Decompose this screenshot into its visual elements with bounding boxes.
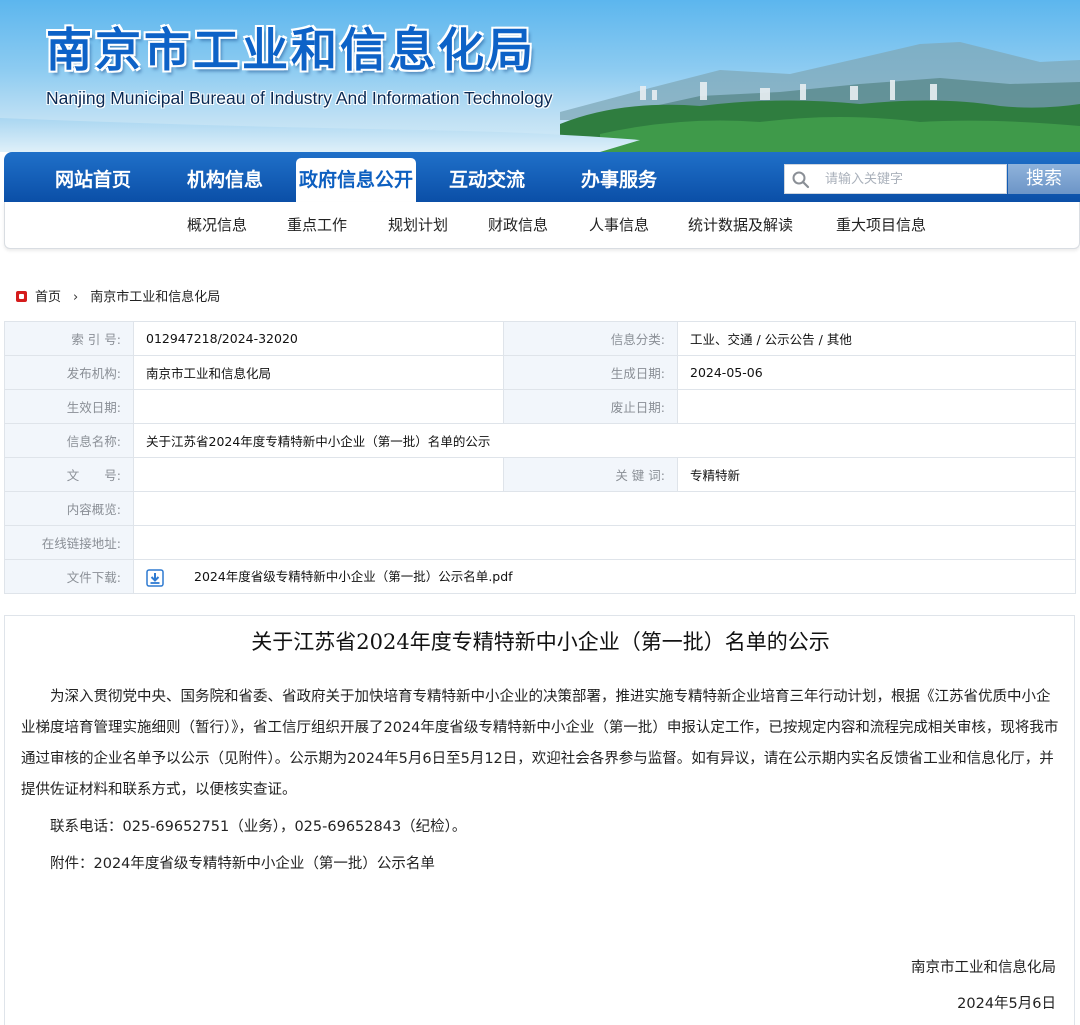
site-title: 南京市工业和信息化局 bbox=[46, 23, 536, 77]
publisher-label: 发布机构: bbox=[4, 355, 134, 390]
nav-organization[interactable]: 机构信息 bbox=[160, 158, 290, 202]
article: 关于江苏省2024年度专精特新中小企业（第一批）名单的公示 为深入贯彻党中央、国… bbox=[4, 615, 1075, 1025]
breadcrumb-home[interactable]: 首页 bbox=[35, 290, 61, 305]
index-number-label: 索 引 号: bbox=[4, 321, 134, 356]
article-paragraph-attachment: 附件：2024年度省级专精特新中小企业（第一批）公示名单 bbox=[50, 856, 435, 872]
article-body: 为深入贯彻党中央、国务院和省委、省政府关于加快培育专精特新中小企业的决策部署，推… bbox=[21, 682, 1061, 886]
search-icon bbox=[792, 171, 810, 189]
search-button[interactable]: 搜索 bbox=[1008, 164, 1080, 194]
info-metadata-table: 索 引 号: 012947218/2024-32020 信息分类: 工业、交通 … bbox=[4, 321, 1076, 594]
article-signature: 南京市工业和信息化局 bbox=[911, 960, 1056, 976]
site-banner: 南京市工业和信息化局 Nanjing Municipal Bureau of I… bbox=[0, 0, 1080, 152]
download-icon[interactable] bbox=[146, 569, 164, 587]
breadcrumb: 首页 › 南京市工业和信息化局 bbox=[16, 286, 220, 306]
category-value: 工业、交通 / 公示公告 / 其他 bbox=[677, 321, 1076, 356]
created-date-label: 生成日期: bbox=[503, 355, 678, 390]
table-row: 发布机构: 南京市工业和信息化局 生成日期: 2024-05-06 bbox=[4, 355, 1076, 390]
table-row: 索 引 号: 012947218/2024-32020 信息分类: 工业、交通 … bbox=[4, 321, 1076, 356]
home-icon bbox=[16, 291, 27, 302]
subnav-statistics[interactable]: 统计数据及解读 bbox=[688, 214, 793, 235]
subnav-personnel[interactable]: 人事信息 bbox=[589, 214, 649, 235]
subnav-planning[interactable]: 规划计划 bbox=[388, 214, 448, 235]
category-label: 信息分类: bbox=[503, 321, 678, 356]
table-row: 信息名称: 关于江苏省2024年度专精特新中小企业（第一批）名单的公示 bbox=[4, 423, 1076, 458]
abolished-date-label: 废止日期: bbox=[503, 389, 678, 424]
nav-home[interactable]: 网站首页 bbox=[28, 158, 158, 202]
document-number-label: 文 号: bbox=[4, 457, 134, 492]
site-subtitle: Nanjing Municipal Bureau of Industry And… bbox=[46, 88, 553, 108]
table-row: 生效日期: 废止日期: bbox=[4, 389, 1076, 424]
document-number-value bbox=[133, 457, 504, 492]
effective-date-value bbox=[133, 389, 504, 424]
index-number-value: 012947218/2024-32020 bbox=[133, 321, 504, 356]
online-link-label: 在线链接地址: bbox=[4, 525, 134, 560]
sub-nav: 概况信息 重点工作 规划计划 财政信息 人事信息 统计数据及解读 重大项目信息 bbox=[4, 202, 1080, 249]
search-box bbox=[784, 164, 1007, 194]
publisher-value: 南京市工业和信息化局 bbox=[133, 355, 504, 390]
file-download-link[interactable]: 2024年度省级专精特新中小企业（第一批）公示名单.pdf bbox=[194, 569, 513, 584]
created-date-value: 2024-05-06 bbox=[677, 355, 1076, 390]
article-date: 2024年5月6日 bbox=[957, 996, 1056, 1012]
table-row: 文件下载: 2024年度省级专精特新中小企业（第一批）公示名单.pdf bbox=[4, 559, 1076, 594]
article-paragraph-main: 为深入贯彻党中央、国务院和省委、省政府关于加快培育专精特新中小企业的决策部署，推… bbox=[21, 689, 1059, 798]
article-title: 关于江苏省2024年度专精特新中小企业（第一批）名单的公示 bbox=[251, 630, 830, 654]
table-row: 文 号: 关 键 词: 专精特新 bbox=[4, 457, 1076, 492]
subnav-finance[interactable]: 财政信息 bbox=[488, 214, 548, 235]
subnav-major-projects[interactable]: 重大项目信息 bbox=[836, 214, 926, 235]
article-signature-block: 南京市工业和信息化局 2024年5月6日 bbox=[911, 953, 1056, 1019]
online-link-value bbox=[133, 525, 1076, 560]
keywords-label: 关 键 词: bbox=[503, 457, 678, 492]
table-row: 内容概览: bbox=[4, 491, 1076, 526]
summary-label: 内容概览: bbox=[4, 491, 134, 526]
subnav-key-work[interactable]: 重点工作 bbox=[287, 214, 347, 235]
main-nav: 网站首页 机构信息 政府信息公开 互动交流 办事服务 搜索 bbox=[4, 152, 1080, 202]
file-download-label: 文件下载: bbox=[4, 559, 134, 594]
info-name-value: 关于江苏省2024年度专精特新中小企业（第一批）名单的公示 bbox=[133, 423, 1076, 458]
breadcrumb-separator: › bbox=[73, 290, 79, 305]
summary-value bbox=[133, 491, 1076, 526]
article-paragraph-contact: 联系电话：025-69652751（业务），025-69652843（纪检）。 bbox=[50, 819, 467, 835]
effective-date-label: 生效日期: bbox=[4, 389, 134, 424]
nav-interaction[interactable]: 互动交流 bbox=[422, 158, 552, 202]
info-name-label: 信息名称: bbox=[4, 423, 134, 458]
nav-services[interactable]: 办事服务 bbox=[554, 158, 684, 202]
subnav-overview[interactable]: 概况信息 bbox=[187, 214, 247, 235]
abolished-date-value bbox=[677, 389, 1076, 424]
breadcrumb-current[interactable]: 南京市工业和信息化局 bbox=[90, 290, 220, 305]
search-input[interactable] bbox=[825, 167, 1000, 191]
keywords-value: 专精特新 bbox=[677, 457, 1076, 492]
table-row: 在线链接地址: bbox=[4, 525, 1076, 560]
file-download-cell: 2024年度省级专精特新中小企业（第一批）公示名单.pdf bbox=[133, 559, 1076, 594]
nav-gov-info-disclosure[interactable]: 政府信息公开 bbox=[296, 158, 416, 202]
